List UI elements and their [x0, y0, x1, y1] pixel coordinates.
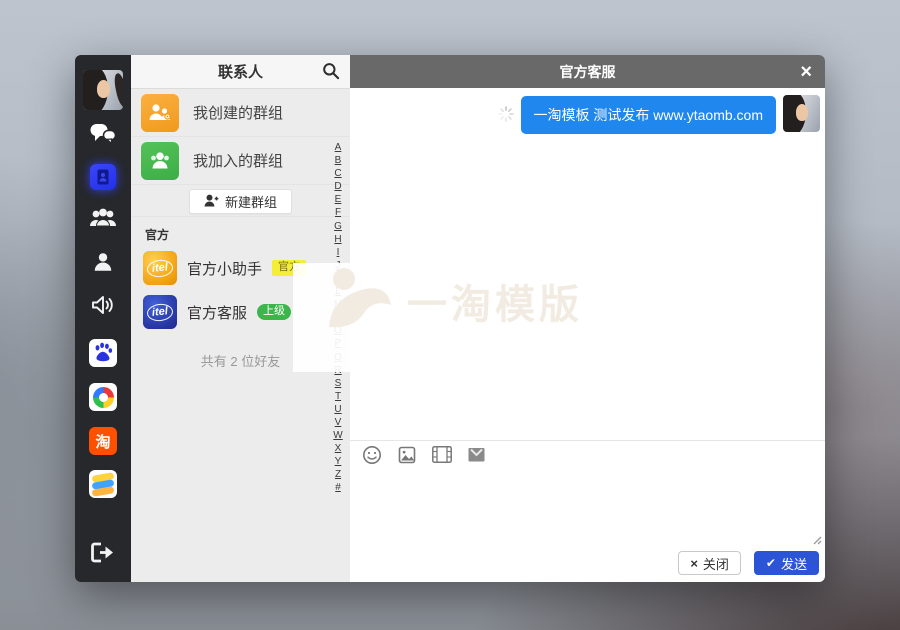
user-icon — [92, 251, 114, 278]
level-badge: 上级 — [257, 304, 291, 321]
alphabet-letter[interactable]: A — [335, 141, 342, 154]
contacts-header: 联系人 — [131, 55, 350, 89]
nav-contacts-active[interactable] — [75, 164, 131, 190]
logout-icon — [90, 550, 115, 567]
alphabet-letter[interactable]: H — [334, 233, 341, 246]
browser-swirl-icon — [93, 387, 114, 408]
avatar-image — [83, 70, 123, 110]
new-group-label: 新建群组 — [225, 192, 277, 211]
alphabet-letter[interactable]: U — [334, 403, 341, 416]
alphabet-letter[interactable]: D — [334, 180, 341, 193]
sidebar: 淘 — [75, 55, 131, 582]
alphabet-letter[interactable]: V — [335, 416, 342, 429]
new-group-button[interactable]: 新建群组 — [189, 189, 292, 214]
section-label-official: 官方 — [131, 217, 350, 246]
popup-overlay — [293, 263, 360, 372]
message-history[interactable]: 一淘模板 测试发布 www.ytaomb.com — [350, 88, 825, 440]
nav-groups[interactable] — [75, 207, 131, 233]
contact-name: 官方客服 — [187, 302, 247, 323]
app-taobao[interactable]: 淘 — [89, 427, 117, 455]
alphabet-letter[interactable]: T — [335, 390, 341, 403]
alphabet-letter[interactable]: X — [335, 442, 342, 455]
group-created-icon — [141, 94, 179, 132]
avatar-image — [783, 95, 820, 132]
close-button-label: 关闭 — [703, 554, 729, 573]
new-group-row: 新建群组 — [131, 185, 350, 217]
user-avatar[interactable] — [83, 70, 123, 110]
footer-buttons: × 关闭 ✔ 发送 — [678, 551, 819, 575]
group-joined-icon — [141, 142, 179, 180]
app-browser[interactable] — [89, 383, 117, 411]
message-toolbar — [350, 440, 825, 468]
contact-name: 官方小助手 — [187, 258, 262, 279]
send-button[interactable]: ✔ 发送 — [754, 551, 819, 575]
alphabet-letter[interactable]: E — [335, 193, 342, 206]
message-row: 一淘模板 测试发布 www.ytaomb.com — [498, 95, 820, 134]
close-icon[interactable]: × — [800, 62, 812, 82]
group-item-joined[interactable]: 我加入的群组 — [131, 137, 350, 185]
nav-friends[interactable] — [75, 251, 131, 278]
alphabet-letter[interactable]: Y — [335, 455, 342, 468]
chat-header: 官方客服 × — [350, 55, 825, 88]
add-user-icon — [204, 194, 219, 210]
chat-panel: 官方客服 × — [350, 55, 825, 582]
user-group-icon — [89, 207, 117, 233]
itel-logo-text: itel — [146, 302, 174, 322]
alphabet-letter[interactable]: C — [334, 167, 341, 180]
video-film-icon[interactable] — [432, 446, 452, 463]
close-chat-button[interactable]: × 关闭 — [678, 551, 741, 575]
resize-handle[interactable] — [810, 532, 822, 550]
search-icon[interactable] — [321, 61, 341, 86]
alphabet-letter[interactable]: S — [335, 377, 342, 390]
nav-chat[interactable] — [75, 123, 131, 150]
baidu-paw-icon — [92, 340, 114, 367]
screen-capture-icon[interactable] — [468, 447, 485, 462]
nav-sound[interactable] — [75, 293, 131, 322]
itel-logo-text: itel — [146, 258, 174, 278]
message-bubble: 一淘模板 测试发布 www.ytaomb.com — [521, 96, 776, 134]
chat-app-window: 淘 — [75, 55, 825, 582]
contact-avatar-itel-blue: itel — [143, 295, 177, 329]
group-item-label: 我创建的群组 — [193, 102, 283, 123]
alphabet-letter[interactable]: Z — [335, 468, 341, 481]
alphabet-letter[interactable]: I — [337, 246, 340, 259]
image-icon[interactable] — [398, 446, 416, 464]
emoji-icon[interactable] — [362, 445, 382, 465]
alphabet-letter[interactable]: F — [335, 206, 341, 219]
alphabet-letter[interactable]: G — [334, 220, 342, 233]
app-yitao[interactable] — [89, 470, 117, 498]
alphabet-letter[interactable]: B — [335, 154, 342, 167]
chat-title: 官方客服 — [560, 62, 616, 82]
group-item-label: 我加入的群组 — [193, 150, 283, 171]
alphabet-letter[interactable]: # — [335, 481, 341, 494]
contact-card-icon — [90, 164, 116, 190]
send-button-label: 发送 — [781, 554, 807, 573]
desktop-background: 淘 — [0, 0, 900, 630]
message-sender-avatar[interactable] — [783, 95, 820, 132]
contact-avatar-itel-orange: itel — [143, 251, 177, 285]
group-item-created[interactable]: 我创建的群组 — [131, 89, 350, 137]
contacts-title: 联系人 — [218, 61, 263, 82]
logout-button[interactable] — [90, 542, 115, 568]
taobao-icon: 淘 — [95, 431, 110, 452]
alphabet-letter[interactable]: W — [333, 429, 342, 442]
speaker-icon — [90, 293, 116, 322]
yitao-stripes-icon — [89, 470, 117, 498]
loading-spinner-icon — [498, 106, 514, 127]
close-x-icon: × — [690, 556, 698, 571]
app-baidu[interactable] — [89, 339, 117, 367]
check-icon: ✔ — [766, 556, 776, 570]
message-input[interactable] — [350, 468, 825, 551]
chat-bubbles-icon — [90, 123, 116, 150]
